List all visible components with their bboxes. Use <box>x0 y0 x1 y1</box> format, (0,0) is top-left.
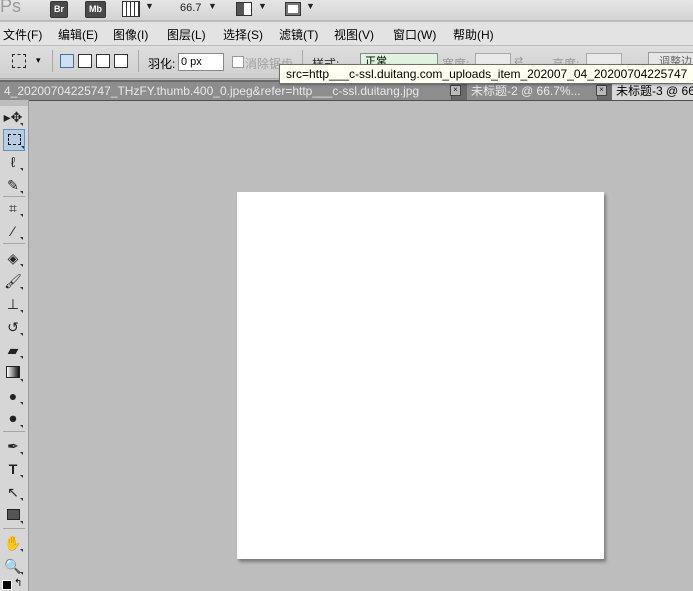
mini-bridge-button[interactable]: Mb <box>85 1 106 18</box>
swap-colors-icon[interactable]: ↰ <box>14 578 22 589</box>
document-canvas[interactable] <box>237 192 604 559</box>
zoom-tool-icon[interactable]: 🔍 <box>3 556 23 576</box>
history-brush-tool-icon[interactable]: ↺ <box>3 317 23 337</box>
feather-label: 羽化: <box>148 57 176 71</box>
new-selection-icon[interactable] <box>60 54 74 68</box>
menu-edit[interactable]: 编辑(E) <box>58 26 98 43</box>
tool-preset-dropdown-icon[interactable]: ▾ <box>36 55 41 66</box>
bridge-button[interactable]: Br <box>50 1 69 18</box>
screen-mode-dropdown-icon[interactable]: ▼ <box>306 1 315 11</box>
subtract-from-selection-icon[interactable] <box>96 54 110 68</box>
application-bar: Ps Br Mb ▼ 66.7 ▼ ▼ ▼ <box>0 0 693 21</box>
eraser-tool-icon[interactable]: ▰ <box>3 340 23 360</box>
rectangle-tool-icon[interactable] <box>3 505 23 525</box>
intersect-selection-icon[interactable] <box>114 54 128 68</box>
document-tooltip: src=http___c-ssl.duitang.com_uploads_ite… <box>279 64 693 84</box>
anti-alias-checkbox[interactable] <box>232 56 244 68</box>
menu-file[interactable]: 文件(F) <box>3 26 42 43</box>
menu-help[interactable]: 帮助(H) <box>453 26 494 43</box>
close-icon[interactable]: × <box>596 85 607 96</box>
arrange-dropdown-icon[interactable]: ▼ <box>258 1 267 11</box>
marquee-tool-preset-icon[interactable] <box>12 54 26 68</box>
tab-document-3[interactable]: 未标题-3 @ 66 <box>612 82 693 100</box>
default-colors-icon[interactable] <box>2 580 12 590</box>
close-icon[interactable]: × <box>450 85 461 96</box>
brush-tool-icon[interactable]: 🖌 <box>3 271 23 291</box>
tab-document-1[interactable]: 4_20200704225747_THzFY.thumb.400_0.jpeg&… <box>0 82 452 100</box>
menu-window[interactable]: 窗口(W) <box>393 26 436 43</box>
view-extras-icon[interactable] <box>122 1 140 17</box>
tab-label: 4_20200704225747_THzFY.thumb.400_0.jpeg&… <box>4 84 420 98</box>
menu-view[interactable]: 视图(V) <box>334 26 374 43</box>
menu-bar: 文件(F) 编辑(E) 图像(I) 图层(L) 选择(S) 滤镜(T) 视图(V… <box>0 22 693 46</box>
options-divider <box>52 50 53 72</box>
tab-label: 未标题-3 @ 66 <box>616 84 693 98</box>
add-to-selection-icon[interactable] <box>78 54 92 68</box>
menu-layer[interactable]: 图层(L) <box>167 26 206 43</box>
tab-label: 未标题-2 @ 66.7%... <box>471 84 581 98</box>
hand-tool-icon[interactable]: ✋ <box>3 533 23 553</box>
view-extras-dropdown-icon[interactable]: ▼ <box>145 1 154 11</box>
tools-panel: ▸✥ ℓ ✎ ⌗ ⁄ ◈ 🖌 ⊥ ↺ ▰ ● ⚫ ✒ T ↖ ✋ 🔍 ↰ <box>0 100 29 591</box>
eyedropper-tool-icon[interactable]: ⁄ <box>3 221 23 241</box>
lasso-tool-icon[interactable]: ℓ <box>3 152 23 172</box>
blur-tool-icon[interactable]: ● <box>3 386 23 406</box>
arrange-documents-icon[interactable] <box>236 2 252 16</box>
photoshop-logo: Ps <box>0 0 22 16</box>
clone-stamp-tool-icon[interactable]: ⊥ <box>3 294 23 314</box>
gradient-tool-icon[interactable] <box>3 363 23 383</box>
type-tool-icon[interactable]: T <box>3 459 23 479</box>
rectangular-marquee-tool-icon[interactable] <box>3 129 25 151</box>
options-divider <box>138 50 139 72</box>
path-selection-tool-icon[interactable]: ↖ <box>3 482 23 502</box>
screen-mode-icon[interactable] <box>285 2 301 16</box>
tab-document-2[interactable]: 未标题-2 @ 66.7%... <box>467 82 598 100</box>
zoom-dropdown-icon[interactable]: ▼ <box>208 1 217 11</box>
menu-image[interactable]: 图像(I) <box>113 26 148 43</box>
menu-filter[interactable]: 滤镜(T) <box>279 26 318 43</box>
menu-select[interactable]: 选择(S) <box>223 26 263 43</box>
dodge-tool-icon[interactable]: ⚫ <box>3 409 23 429</box>
quick-selection-tool-icon[interactable]: ✎ <box>3 175 23 195</box>
feather-input[interactable]: 0 px <box>178 53 224 71</box>
move-tool-icon[interactable]: ▸✥ <box>3 107 23 127</box>
pen-tool-icon[interactable]: ✒ <box>3 436 23 456</box>
panel-grip[interactable] <box>0 100 28 106</box>
crop-tool-icon[interactable]: ⌗ <box>3 198 23 218</box>
spot-healing-brush-tool-icon[interactable]: ◈ <box>3 248 23 268</box>
zoom-level[interactable]: 66.7 <box>180 2 201 14</box>
